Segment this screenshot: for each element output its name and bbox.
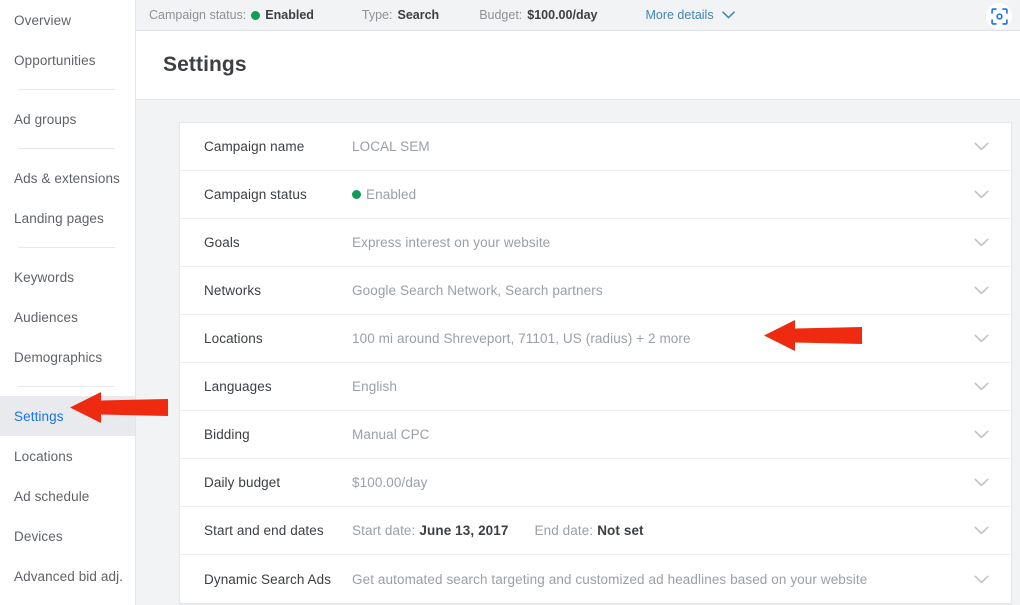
settings-row[interactable]: Daily budget$100.00/day	[180, 459, 1011, 507]
chevron-down-icon[interactable]	[974, 507, 989, 554]
sidebar-item-opportunities[interactable]: Opportunities	[0, 40, 135, 80]
sidebar-item-advanced-bid-adj[interactable]: Advanced bid adj.	[0, 556, 135, 596]
focus-scan-icon[interactable]	[986, 3, 1012, 29]
chevron-down-icon[interactable]	[974, 459, 989, 506]
campaign-type-label: Type:	[362, 8, 393, 22]
sidebar-item-ad-schedule[interactable]: Ad schedule	[0, 476, 135, 516]
settings-content-area: Campaign nameLOCAL SEM Campaign status Ena…	[136, 100, 1020, 605]
campaign-status-label: Campaign status:	[149, 8, 246, 22]
sidebar-item-ads-extensions[interactable]: Ads & extensions	[0, 158, 135, 198]
page-header: Settings	[136, 31, 1020, 100]
chevron-down-icon[interactable]	[974, 363, 989, 410]
settings-row-value: $100.00/day	[352, 475, 427, 490]
status-dot-icon	[251, 11, 260, 20]
settings-row[interactable]: NetworksGoogle Search Network, Search pa…	[180, 267, 1011, 315]
sidebar-divider	[18, 148, 115, 149]
status-dot-icon	[352, 190, 361, 199]
settings-row-label: Dynamic Search Ads	[180, 572, 352, 587]
chevron-down-icon[interactable]	[974, 171, 989, 218]
left-nav-sidebar: OverviewOpportunities Ad groups Ads & exte…	[0, 0, 136, 605]
sidebar-item-landing-pages[interactable]: Landing pages	[0, 198, 135, 238]
settings-row-label: Bidding	[180, 427, 352, 442]
settings-row[interactable]: Campaign status Enabled	[180, 171, 1011, 219]
end-date-label: End date:	[535, 523, 594, 538]
sidebar-item-ad-groups[interactable]: Ad groups	[0, 99, 135, 139]
sidebar-divider	[18, 89, 115, 90]
end-date-value: Not set	[597, 523, 643, 538]
sidebar-item-devices[interactable]: Devices	[0, 516, 135, 556]
settings-row-value: LOCAL SEM	[352, 139, 430, 154]
settings-row-value: Enabled	[352, 187, 416, 202]
campaign-type-value: Search	[397, 8, 439, 22]
chevron-down-icon[interactable]	[974, 555, 989, 603]
sidebar-divider	[18, 247, 115, 248]
settings-row[interactable]: GoalsExpress interest on your website	[180, 219, 1011, 267]
settings-row[interactable]: Campaign nameLOCAL SEM	[180, 123, 1011, 171]
settings-row-label: Locations	[180, 331, 352, 346]
more-details-label: More details	[645, 8, 713, 22]
start-date-label: Start date:	[352, 523, 415, 538]
settings-row-value: 100 mi around Shreveport, 71101, US (rad…	[352, 331, 691, 346]
campaign-status-bar: Campaign status: Enabled Type: Search Bu…	[136, 0, 1020, 31]
chevron-down-icon	[722, 8, 735, 22]
campaign-status-group: Campaign status: Enabled	[149, 8, 314, 22]
campaign-budget-value: $100.00/day	[527, 8, 597, 22]
settings-row-label: Goals	[180, 235, 352, 250]
chevron-down-icon[interactable]	[974, 411, 989, 458]
sidebar-item-demographics[interactable]: Demographics	[0, 337, 135, 377]
chevron-down-icon[interactable]	[974, 267, 989, 314]
status-text: Enabled	[366, 187, 416, 202]
settings-row[interactable]: Dynamic Search AdsGet automated search t…	[180, 555, 1011, 603]
more-details-button[interactable]: More details	[645, 8, 734, 22]
settings-row-label: Start and end dates	[180, 523, 352, 538]
settings-row-value: English	[352, 379, 397, 394]
settings-row-label: Networks	[180, 283, 352, 298]
settings-row-value: Get automated search targeting and custo…	[352, 572, 867, 587]
settings-row-value: Express interest on your website	[352, 235, 550, 250]
sidebar-item-locations[interactable]: Locations	[0, 436, 135, 476]
settings-row-label: Languages	[180, 379, 352, 394]
campaign-type-group: Type: Search	[362, 8, 439, 22]
sidebar-item-audiences[interactable]: Audiences	[0, 297, 135, 337]
settings-row[interactable]: BiddingManual CPC	[180, 411, 1011, 459]
sidebar-item-keywords[interactable]: Keywords	[0, 257, 135, 297]
chevron-down-icon[interactable]	[974, 123, 989, 170]
settings-row-label: Campaign name	[180, 139, 352, 154]
chevron-down-icon[interactable]	[974, 315, 989, 362]
chevron-down-icon[interactable]	[974, 219, 989, 266]
settings-row[interactable]: Start and end datesStart date: June 13, 2…	[180, 507, 1011, 555]
google-ads-settings-screen: OverviewOpportunities Ad groups Ads & exte…	[0, 0, 1020, 605]
sidebar-item-settings[interactable]: Settings	[0, 396, 135, 436]
settings-card: Campaign nameLOCAL SEM Campaign status Ena…	[179, 122, 1012, 604]
start-date-value: June 13, 2017	[419, 523, 508, 538]
campaign-budget-group: Budget: $100.00/day	[479, 8, 597, 22]
settings-row-label: Campaign status	[180, 187, 352, 202]
campaign-status-value: Enabled	[265, 8, 314, 22]
settings-row-value: Start date: June 13, 2017 End date:Not set	[352, 523, 644, 538]
settings-row-value: Manual CPC	[352, 427, 430, 442]
page-title: Settings	[163, 53, 247, 77]
sidebar-divider	[18, 386, 115, 387]
settings-row[interactable]: Locations100 mi around Shreveport, 71101…	[180, 315, 1011, 363]
settings-row[interactable]: LanguagesEnglish	[180, 363, 1011, 411]
sidebar-item-overview[interactable]: Overview	[0, 0, 135, 40]
campaign-budget-label: Budget:	[479, 8, 522, 22]
settings-row-label: Daily budget	[180, 475, 352, 490]
settings-row-value: Google Search Network, Search partners	[352, 283, 603, 298]
